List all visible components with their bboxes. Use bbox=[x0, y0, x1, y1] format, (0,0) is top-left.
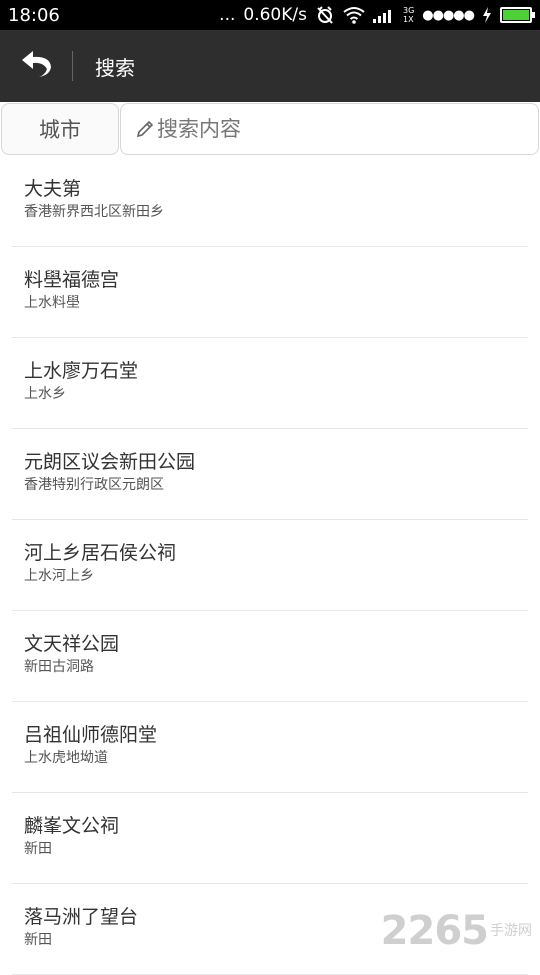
list-item-title: 元朗区议会新田公园 bbox=[24, 449, 528, 475]
list-item[interactable]: 河上乡居石侯公祠上水河上乡 bbox=[12, 520, 528, 611]
battery-icon bbox=[500, 7, 532, 23]
list-item-title: 河上乡居石侯公祠 bbox=[24, 540, 528, 566]
network-type-bottom: 1X bbox=[403, 15, 414, 24]
list-item[interactable]: 麟峯文公祠新田 bbox=[12, 793, 528, 884]
status-icons: ... 0.60K/s 3G 1X ●●●●● bbox=[219, 5, 532, 25]
status-dots: ... bbox=[219, 5, 235, 25]
action-bar: 搜索 bbox=[0, 30, 540, 102]
list-item[interactable]: 大夫第香港新界西北区新田乡 bbox=[12, 156, 528, 247]
list-item-subtitle: 上水乡 bbox=[24, 384, 528, 404]
list-item-title: 文天祥公园 bbox=[24, 631, 528, 657]
network-type-top: 3G bbox=[403, 6, 414, 15]
signal-dots: ●●●●● bbox=[422, 8, 474, 23]
watermark-text: 手游网 bbox=[490, 920, 532, 940]
result-list: 大夫第香港新界西北区新田乡料壆福德宫上水料壆上水廖万石堂上水乡元朗区议会新田公园… bbox=[12, 156, 528, 975]
status-time: 18:06 bbox=[8, 5, 60, 26]
list-item-subtitle: 新田 bbox=[24, 839, 528, 859]
wifi-icon bbox=[343, 6, 365, 24]
alarm-off-icon bbox=[315, 5, 335, 25]
network-type: 3G 1X bbox=[403, 6, 414, 24]
search-row: 城市 bbox=[0, 102, 540, 156]
city-button-label: 城市 bbox=[39, 114, 81, 144]
pencil-icon bbox=[135, 119, 155, 139]
list-item-title: 麟峯文公祠 bbox=[24, 813, 528, 839]
list-item[interactable]: 吕祖仙师德阳堂上水虎地坳道 bbox=[12, 702, 528, 793]
watermark: 2265 手游网 bbox=[381, 908, 532, 954]
list-item-title: 上水廖万石堂 bbox=[24, 358, 528, 384]
watermark-number: 2265 bbox=[381, 908, 488, 954]
list-item[interactable]: 料壆福德宫上水料壆 bbox=[12, 247, 528, 338]
city-button[interactable]: 城市 bbox=[1, 103, 119, 155]
list-item[interactable]: 文天祥公园新田古洞路 bbox=[12, 611, 528, 702]
list-item-title: 吕祖仙师德阳堂 bbox=[24, 722, 528, 748]
charging-icon bbox=[482, 7, 492, 23]
list-item-title: 大夫第 bbox=[24, 176, 528, 202]
list-item[interactable]: 上水廖万石堂上水乡 bbox=[12, 338, 528, 429]
search-input[interactable] bbox=[157, 117, 517, 141]
list-item-title: 料壆福德宫 bbox=[24, 267, 528, 293]
page-title: 搜索 bbox=[95, 52, 135, 81]
cell-signal-icon bbox=[373, 7, 395, 23]
list-item-subtitle: 上水料壆 bbox=[24, 293, 528, 313]
list-item-subtitle: 香港新界西北区新田乡 bbox=[24, 202, 528, 222]
search-box[interactable] bbox=[120, 103, 539, 155]
list-item-subtitle: 香港特别行政区元朗区 bbox=[24, 475, 528, 495]
status-bar: 18:06 ... 0.60K/s 3G 1X ●●●●● bbox=[0, 0, 540, 30]
list-item[interactable]: 元朗区议会新田公园香港特别行政区元朗区 bbox=[12, 429, 528, 520]
header-divider bbox=[72, 51, 73, 81]
list-item-subtitle: 新田古洞路 bbox=[24, 657, 528, 677]
back-button[interactable] bbox=[0, 30, 72, 102]
back-arrow-icon bbox=[19, 49, 53, 83]
list-item-subtitle: 上水河上乡 bbox=[24, 566, 528, 586]
battery-level bbox=[503, 10, 529, 20]
net-speed: 0.60K/s bbox=[243, 5, 307, 25]
list-item-subtitle: 上水虎地坳道 bbox=[24, 748, 528, 768]
